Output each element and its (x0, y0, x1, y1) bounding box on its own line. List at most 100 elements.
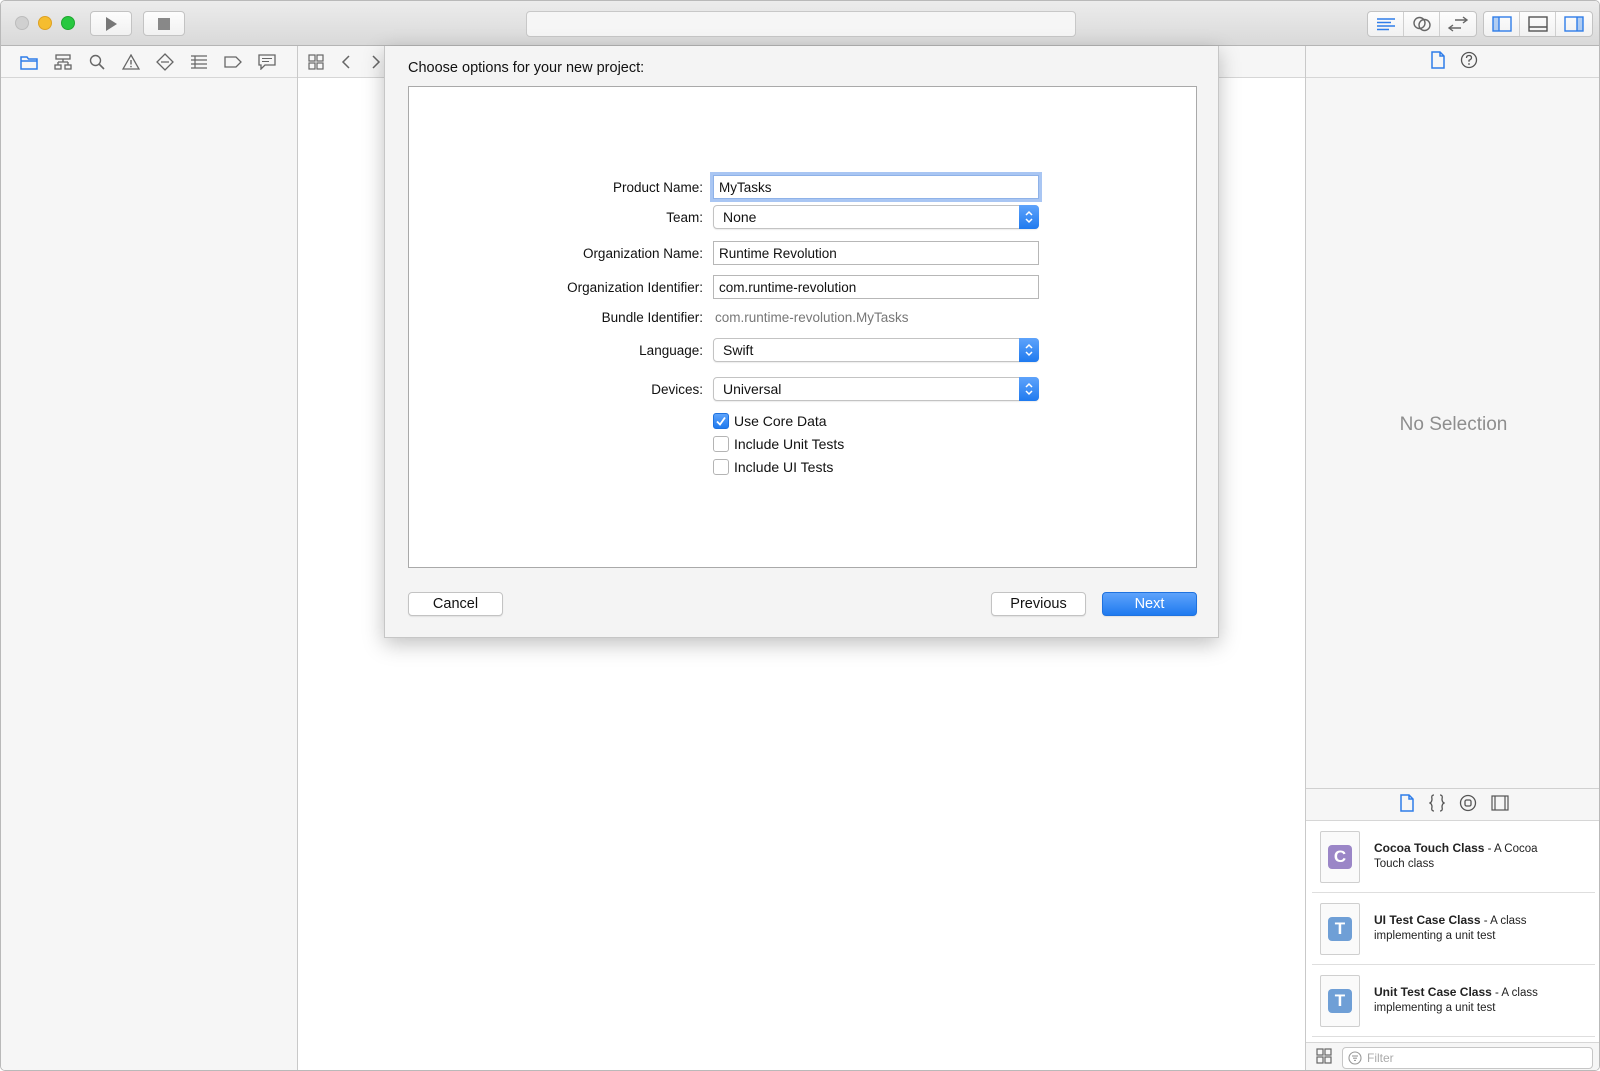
media-library-tab[interactable] (1490, 795, 1509, 814)
file-inspector-tab[interactable] (1430, 51, 1446, 72)
hierarchy-icon (54, 53, 72, 70)
updown-chevron-icon (1019, 338, 1039, 362)
object-icon (1459, 794, 1476, 812)
test-class-file-icon: T (1320, 974, 1360, 1027)
close-window-button[interactable] (15, 16, 29, 30)
forward-button[interactable] (366, 52, 386, 72)
library-filter-input[interactable]: Filter (1342, 1046, 1593, 1069)
toggle-utilities-button[interactable] (1556, 12, 1592, 36)
bottom-panel-icon (1527, 16, 1548, 32)
issue-navigator-tab[interactable] (121, 52, 141, 72)
test-class-file-icon: T (1320, 902, 1360, 955)
project-navigator-tab[interactable] (19, 52, 39, 72)
diamond-icon (156, 52, 174, 71)
use-core-data-label: Use Core Data (734, 413, 827, 429)
editor-mode-control (1367, 11, 1477, 37)
library-selector-bar (1306, 789, 1599, 821)
test-navigator-tab[interactable] (155, 52, 175, 72)
standard-editor-icon (1376, 18, 1395, 31)
assistant-editor-icon (1412, 16, 1431, 32)
updown-chevron-icon (1019, 205, 1039, 229)
library-pane: C Cocoa Touch Class - A Cocoa Touch clas… (1306, 788, 1599, 1070)
navigator-selector-bar (1, 46, 297, 78)
library-item-unit-test-case-class[interactable]: T Unit Test Case Class - A class impleme… (1312, 965, 1595, 1037)
devices-select[interactable]: Universal (713, 377, 1039, 401)
chevron-left-icon (341, 54, 350, 69)
organization-identifier-field[interactable]: com.runtime-revolution (713, 275, 1039, 299)
team-value: None (723, 209, 757, 225)
product-name-field[interactable]: MyTasks (713, 175, 1039, 199)
product-name-row: Product Name: MyTasks (409, 175, 1196, 201)
xcode-window: No Selection C Cocoa Touch Class - A Coc… (0, 0, 1600, 1071)
stop-button[interactable] (143, 11, 185, 36)
options-panel: Product Name: MyTasks Team: None Organiz… (408, 86, 1197, 568)
warning-icon (122, 53, 140, 70)
code-snippet-library-tab[interactable] (1428, 794, 1445, 815)
cancel-button[interactable]: Cancel (408, 592, 503, 616)
play-icon (106, 16, 117, 31)
organization-name-row: Organization Name: Runtime Revolution (409, 241, 1196, 267)
related-items-button[interactable] (306, 52, 326, 72)
new-project-options-sheet: Choose options for your new project: Pro… (384, 46, 1219, 638)
checkmark-icon (713, 413, 729, 429)
language-row: Language: Swift (409, 338, 1196, 364)
use-core-data-checkbox[interactable]: Use Core Data (713, 411, 827, 431)
version-editor-button[interactable] (1440, 12, 1476, 36)
product-name-label: Product Name: (612, 180, 703, 195)
search-icon (89, 54, 105, 70)
run-button[interactable] (90, 11, 132, 36)
tag-icon (224, 55, 242, 68)
filter-placeholder: Filter (1367, 1050, 1394, 1065)
bundle-identifier-row: Bundle Identifier: com.runtime-revolutio… (409, 305, 1196, 331)
back-button[interactable] (336, 52, 356, 72)
object-library-tab[interactable] (1459, 794, 1477, 815)
sheet-title: Choose options for your new project: (408, 60, 645, 76)
zoom-window-button[interactable] (61, 16, 75, 30)
debug-navigator-tab[interactable] (189, 52, 209, 72)
library-item-ui-test-case-class[interactable]: T UI Test Case Class - A class implement… (1312, 893, 1595, 965)
file-icon (1430, 51, 1445, 69)
report-navigator-tab[interactable] (257, 52, 277, 72)
quick-help-tab[interactable] (1460, 51, 1478, 72)
find-navigator-tab[interactable] (87, 52, 107, 72)
activity-viewer (526, 11, 1076, 37)
toolbar (1, 1, 1599, 46)
library-item-title: Unit Test Case Class (1374, 985, 1492, 999)
library-item-title: Cocoa Touch Class (1374, 841, 1485, 855)
assistant-editor-button[interactable] (1404, 12, 1440, 36)
library-view-mode-button[interactable] (1316, 1048, 1332, 1067)
standard-editor-button[interactable] (1368, 12, 1404, 36)
bundle-identifier-label: Bundle Identifier: (601, 310, 703, 325)
language-value: Swift (723, 342, 754, 358)
language-select[interactable]: Swift (713, 338, 1039, 362)
team-row: Team: None (409, 205, 1196, 231)
include-unit-tests-checkbox[interactable]: Include Unit Tests (713, 434, 844, 454)
include-ui-tests-checkbox[interactable]: Include UI Tests (713, 457, 833, 477)
toggle-debug-area-button[interactable] (1520, 12, 1556, 36)
next-button[interactable]: Next (1102, 592, 1197, 616)
include-unit-tests-label: Include Unit Tests (734, 436, 845, 452)
library-item-cocoa-touch-class[interactable]: C Cocoa Touch Class - A Cocoa Touch clas… (1312, 821, 1595, 893)
breakpoint-navigator-tab[interactable] (223, 52, 243, 72)
grid-icon (1316, 1048, 1332, 1064)
left-panel-icon (1491, 16, 1512, 32)
bundle-identifier-value: com.runtime-revolution.MyTasks (715, 310, 909, 325)
previous-button[interactable]: Previous (991, 592, 1086, 616)
include-ui-tests-label: Include UI Tests (734, 459, 834, 475)
file-icon (1399, 794, 1414, 812)
updown-chevron-icon (1019, 377, 1039, 401)
checkbox-box (713, 459, 729, 475)
minimize-window-button[interactable] (38, 16, 52, 30)
right-panel-icon (1564, 16, 1584, 32)
team-select[interactable]: None (713, 205, 1039, 229)
toggle-navigator-button[interactable] (1484, 12, 1520, 36)
library-filter-bar: Filter (1306, 1042, 1599, 1070)
team-label: Team: (666, 210, 703, 225)
language-label: Language: (639, 343, 703, 358)
symbol-navigator-tab[interactable] (53, 52, 73, 72)
organization-name-field[interactable]: Runtime Revolution (713, 241, 1039, 265)
list-icon (191, 54, 207, 69)
chevron-right-icon (372, 54, 381, 69)
file-template-library-tab[interactable] (1399, 794, 1415, 815)
utilities-area: No Selection C Cocoa Touch Class - A Coc… (1305, 46, 1599, 1070)
